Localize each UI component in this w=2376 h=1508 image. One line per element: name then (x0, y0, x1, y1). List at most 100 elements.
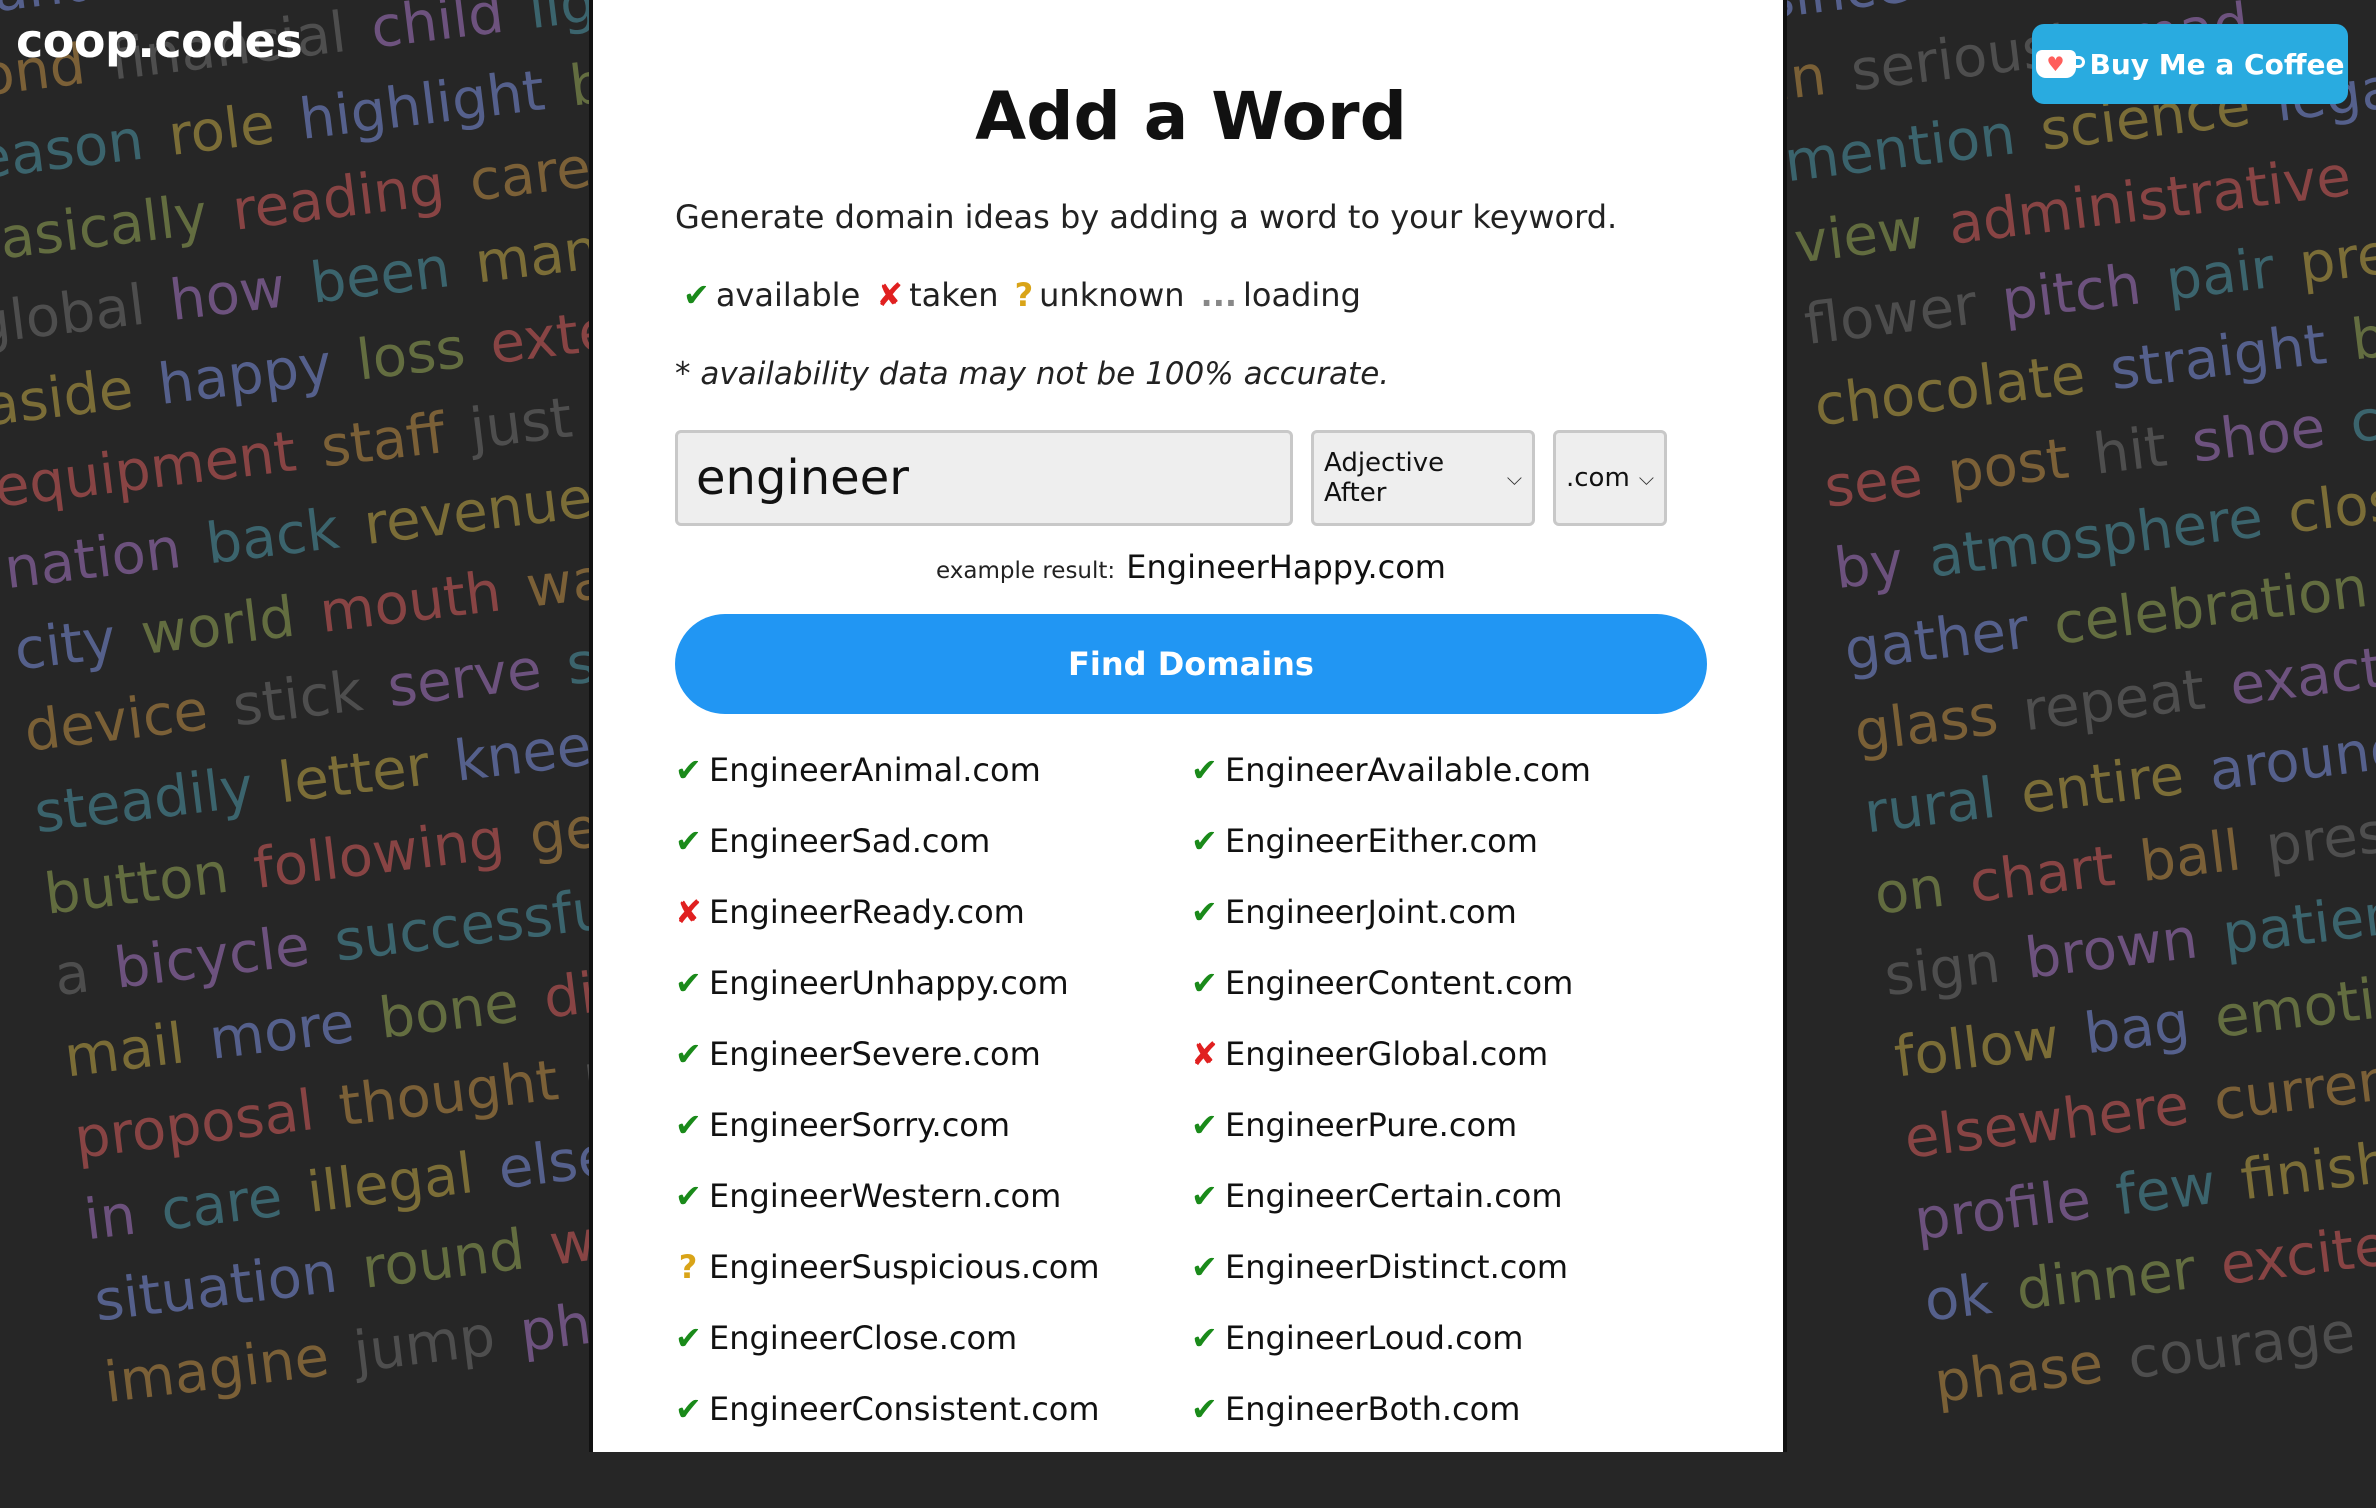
domain-result-item[interactable]: ✔ EngineerWestern.com (675, 1166, 1061, 1226)
domain-result-item[interactable]: ✔ EngineerSorry.com (675, 1095, 1010, 1155)
background-word: mouth (316, 559, 505, 647)
domain-result-item[interactable]: ✔ EngineerJoint.com (1191, 882, 1517, 942)
background-word: closet (2284, 461, 2376, 547)
example-result: example result: EngineerHappy.com (675, 548, 1707, 586)
domain-name: EngineerSorry.com (709, 1106, 1011, 1144)
domain-name: EngineerClose.com (709, 1319, 1018, 1357)
word-position-value: Adjective After (1324, 448, 1445, 508)
background-word-cloud-right: sinceformerjoininseriouslymadmentionscie… (1760, 0, 2376, 1508)
find-domains-button[interactable]: Find Domains (675, 614, 1707, 714)
background-word: illegal (303, 1141, 477, 1226)
cross-icon: ✘ (876, 276, 904, 314)
background-word: round (358, 1217, 528, 1302)
legend-label: loading (1243, 276, 1361, 314)
domain-name: EngineerPure.com (1225, 1106, 1518, 1144)
background-word: glass (1850, 682, 2002, 765)
checkmark-icon: ✔ (1191, 964, 1218, 1002)
domain-result-item[interactable]: ✔ EngineerPure.com (1191, 1095, 1517, 1155)
domain-result-item[interactable]: ✔ EngineerContent.com (1191, 953, 1573, 1013)
domain-name: EngineerSuspicious.com (709, 1248, 1100, 1286)
word-position-select[interactable]: Adjective After ⌵ (1311, 430, 1535, 526)
site-logo[interactable]: coop.codes (16, 14, 303, 68)
keyword-input[interactable] (675, 430, 1293, 526)
background-word: device (20, 678, 212, 765)
background-word: see (1820, 444, 1927, 521)
checkmark-icon: ✔ (1191, 893, 1218, 931)
checkmark-icon: ✔ (675, 1035, 702, 1073)
domain-result-item[interactable]: ✘ EngineerGlobal.com (1191, 1024, 1548, 1084)
loading-dots-icon: ... (1200, 276, 1238, 314)
background-word: just (466, 385, 576, 463)
domain-result-item[interactable]: ✔ EngineerEither.com (1191, 811, 1538, 871)
background-word: by (1830, 529, 1908, 603)
background-word: button (40, 840, 233, 928)
background-word: back (202, 496, 343, 578)
checkmark-icon: ✔ (1191, 1390, 1218, 1428)
chevron-down-icon: ⌵ (1638, 466, 1654, 490)
background-word: ball (2136, 818, 2245, 896)
background-word: more (205, 990, 358, 1073)
background-word: child (367, 0, 508, 62)
background-word: finish (2237, 1130, 2376, 1214)
background-word: view (1790, 196, 1927, 277)
background-word: shoe (2188, 394, 2329, 476)
domain-result-item[interactable]: ✔ EngineerAnimal.com (675, 740, 1041, 800)
checkmark-icon: ✔ (675, 1106, 702, 1144)
tld-select[interactable]: .com ⌵ (1553, 430, 1667, 526)
question-mark-icon: ? (1014, 276, 1034, 314)
background-word: pair (2162, 235, 2278, 314)
background-word: global (0, 272, 149, 359)
domain-name: EngineerLoud.com (1225, 1319, 1524, 1357)
background-word: city (10, 606, 120, 684)
checkmark-icon: ✔ (1191, 1177, 1218, 1215)
checkmark-icon: ✔ (1191, 1248, 1218, 1286)
legend-label: unknown (1039, 276, 1185, 314)
domain-name: EngineerGlobal.com (1225, 1035, 1549, 1073)
background-word: mail (60, 1011, 188, 1091)
background-word: flower (1800, 272, 1981, 359)
background-word: dinner (2012, 1236, 2200, 1324)
background-word: follow (1890, 1005, 2063, 1091)
background-word: phase (1930, 1330, 2107, 1417)
domain-result-item[interactable]: ✔ EngineerClose.com (675, 1308, 1017, 1368)
background-word: loss (353, 315, 469, 394)
domain-name: EngineerSad.com (709, 822, 991, 860)
question-mark-icon: ? (678, 1248, 698, 1286)
domain-result-item[interactable]: ✔ EngineerDistinct.com (1191, 1237, 1568, 1297)
background-word: serve (384, 637, 546, 721)
domain-name: EngineerWestern.com (709, 1177, 1062, 1215)
background-word: few (2112, 1151, 2220, 1229)
checkmark-icon: ✔ (675, 1177, 702, 1215)
checkmark-icon: ✔ (675, 822, 702, 860)
buy-me-a-coffee-button[interactable]: ♥ Buy Me a Coffee (2032, 24, 2348, 104)
domain-result-item[interactable]: ✘ EngineerReady.com (675, 882, 1025, 942)
tld-value: .com (1566, 463, 1630, 493)
background-word: letter (274, 733, 433, 817)
domain-result-item[interactable]: ✔ EngineerLoud.com (1191, 1308, 1523, 1368)
domain-name: EngineerReady.com (709, 893, 1025, 931)
background-word: exactly (2226, 629, 2376, 719)
background-word: role (164, 91, 279, 169)
domain-result-item[interactable]: ✔ EngineerCertain.com (1191, 1166, 1563, 1226)
domain-result-item[interactable]: ✔ EngineerConsistent.com (675, 1379, 1100, 1439)
background-word: cow (2346, 378, 2376, 457)
background-word: post (1944, 426, 2073, 506)
background-word: entire (2017, 742, 2188, 828)
checkmark-icon: ✔ (1191, 1106, 1218, 1144)
main-panel: Add a Word Generate domain ideas by addi… (589, 0, 1787, 1452)
domain-result-item[interactable]: ? EngineerSuspicious.com (675, 1237, 1100, 1297)
checkmark-icon: ✔ (675, 1319, 702, 1357)
domain-result-item[interactable]: ✔ EngineerSad.com (675, 811, 990, 871)
background-word: how (166, 255, 289, 335)
checkmark-icon: ✔ (1191, 1319, 1218, 1357)
cross-icon: ✘ (675, 893, 702, 931)
domain-name: EngineerJoint.com (1225, 893, 1517, 931)
domain-result-item[interactable]: ✔ EngineerAvailable.com (1191, 740, 1591, 800)
checkmark-icon: ✔ (1191, 751, 1218, 789)
background-word: repeat (2019, 657, 2209, 745)
domain-name: EngineerEither.com (1225, 822, 1538, 860)
domain-result-item[interactable]: ✔ EngineerBoth.com (1191, 1379, 1520, 1439)
domain-result-item[interactable]: ✔ EngineerUnhappy.com (675, 953, 1069, 1013)
domain-result-item[interactable]: ✔ EngineerSevere.com (675, 1024, 1041, 1084)
checkmark-icon: ✔ (675, 1390, 702, 1428)
